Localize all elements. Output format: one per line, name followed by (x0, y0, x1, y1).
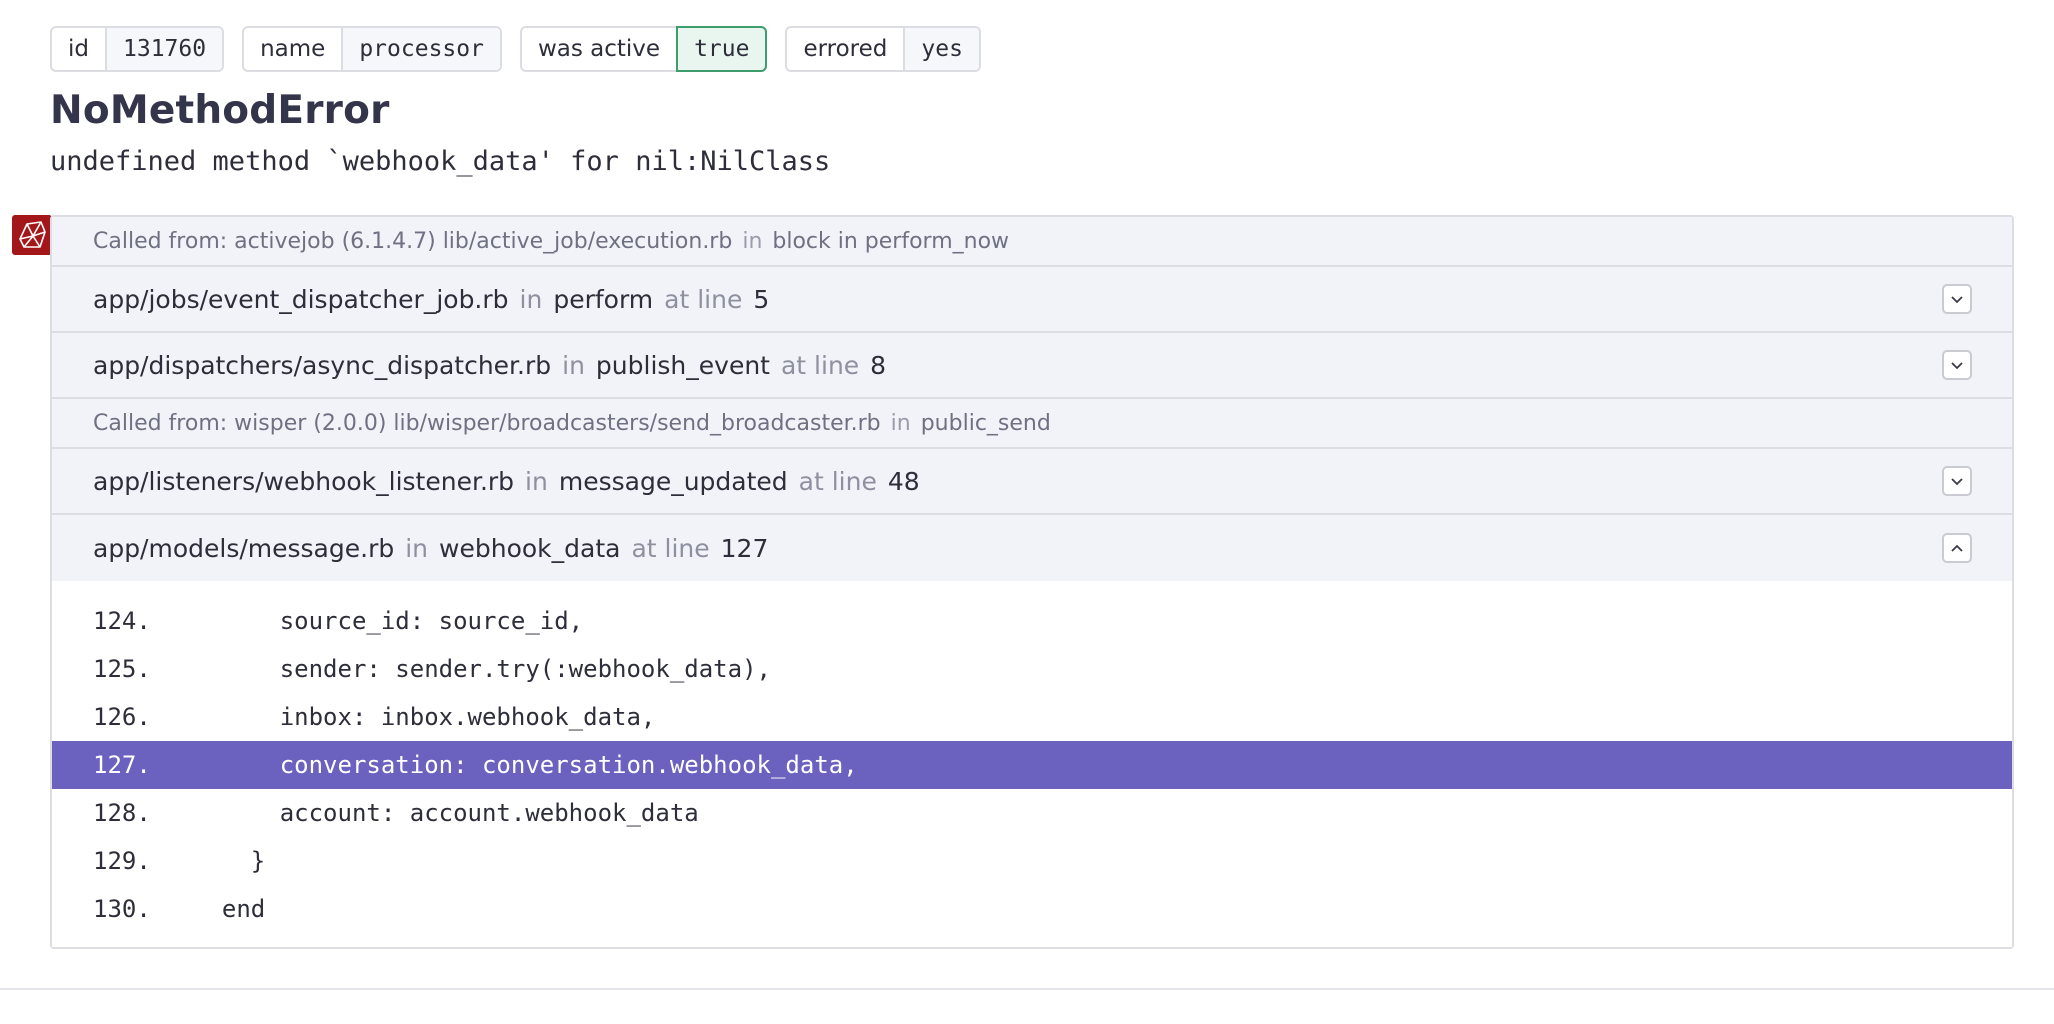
frame-line: 5 (753, 284, 770, 314)
in-label: in (525, 466, 548, 496)
in-label: in (742, 228, 763, 254)
code-snippet: 124. source_id: source_id, 125. sender: … (52, 581, 2012, 947)
error-title: NoMethodError (50, 88, 390, 133)
chevron-down-icon (1951, 295, 1963, 303)
backtrace-frame-expanded[interactable]: app/models/message.rb in webhook_data at… (52, 515, 2012, 581)
frame-file: app/jobs/event_dispatcher_job.rb (93, 284, 509, 314)
code-line: 130. end (52, 885, 2012, 933)
code-text: source_id: source_id, (193, 607, 584, 635)
code-line: 124. source_id: source_id, (52, 597, 2012, 645)
pill-name: name processor (242, 26, 502, 72)
frame-method: message_updated (558, 466, 788, 496)
at-line-label: at line (664, 284, 743, 314)
at-line-label: at line (631, 533, 710, 563)
line-number: 125. (93, 655, 151, 683)
pill-key: was active (522, 28, 679, 70)
frame-line: 127 (720, 533, 769, 563)
at-line-label: at line (780, 350, 860, 380)
in-label: in (890, 410, 911, 436)
chevron-down-icon (1951, 361, 1963, 369)
backtrace-frame[interactable]: app/jobs/event_dispatcher_job.rb in perf… (52, 267, 2012, 333)
chevron-up-icon (1951, 544, 1963, 552)
ruby-gem-icon (19, 221, 46, 248)
frame-file: app/dispatchers/async_dispatcher.rb (93, 350, 552, 380)
called-from-row: Called from: activejob (6.1.4.7) lib/act… (52, 217, 2012, 267)
code-line: 126. inbox: inbox.webhook_data, (52, 693, 2012, 741)
chevron-down-icon (1951, 477, 1963, 485)
code-line: 129. } (52, 837, 2012, 885)
code-text: conversation: conversation.webhook_data, (193, 751, 858, 779)
expand-toggle-button[interactable] (1942, 284, 1972, 314)
frame-line: 8 (870, 350, 887, 380)
frame-method: publish_event (595, 350, 770, 380)
in-label: in (519, 284, 543, 314)
job-attributes: id 131760 name processor was active true… (50, 26, 981, 72)
frame-file: app/models/message.rb (93, 533, 395, 563)
at-line-label: at line (798, 466, 877, 496)
pill-key: id (52, 28, 107, 70)
called-from-method: block in perform_now (772, 228, 1010, 254)
code-line: 128. account: account.webhook_data (52, 789, 2012, 837)
line-number: 126. (93, 703, 151, 731)
code-text: sender: sender.try(:webhook_data), (193, 655, 771, 683)
frame-method: perform (553, 284, 654, 314)
frame-method: webhook_data (439, 533, 621, 563)
job-error-page: id 131760 name processor was active true… (0, 0, 2054, 1024)
called-from-method: public_send (920, 410, 1051, 436)
expand-toggle-button[interactable] (1942, 466, 1972, 496)
in-label: in (562, 350, 585, 380)
divider (0, 988, 2054, 990)
pill-key: name (244, 28, 344, 70)
called-from-location: Called from: wisper (2.0.0) lib/wisper/b… (93, 410, 881, 436)
pill-errored: errored yes (785, 26, 981, 72)
code-text: end (193, 895, 266, 923)
backtrace-panel: Called from: activejob (6.1.4.7) lib/act… (50, 215, 2014, 949)
pill-key: errored (787, 28, 906, 70)
frame-file: app/listeners/webhook_listener.rb (93, 466, 515, 496)
code-text: account: account.webhook_data (193, 799, 699, 827)
pill-id: id 131760 (50, 26, 225, 72)
frame-line: 48 (887, 466, 920, 496)
expand-toggle-button[interactable] (1942, 350, 1972, 380)
backtrace-frame[interactable]: app/listeners/webhook_listener.rb in mes… (52, 449, 2012, 515)
line-number: 124. (93, 607, 151, 635)
in-label: in (405, 533, 429, 563)
pill-value: 131760 (107, 28, 223, 70)
pill-value: true (676, 26, 768, 72)
code-line-highlighted: 127. conversation: conversation.webhook_… (52, 741, 2012, 789)
line-number: 127. (93, 751, 151, 779)
line-number: 130. (93, 895, 151, 923)
pill-value: processor (343, 28, 500, 70)
pill-value: yes (905, 28, 979, 70)
code-line: 125. sender: sender.try(:webhook_data), (52, 645, 2012, 693)
called-from-location: Called from: activejob (6.1.4.7) lib/act… (93, 228, 733, 254)
line-number: 129. (93, 847, 151, 875)
collapse-toggle-button[interactable] (1942, 533, 1972, 563)
ruby-icon (12, 215, 52, 255)
error-message: undefined method `webhook_data' for nil:… (50, 146, 831, 177)
called-from-row: Called from: wisper (2.0.0) lib/wisper/b… (52, 399, 2012, 449)
backtrace-frame[interactable]: app/dispatchers/async_dispatcher.rb in p… (52, 333, 2012, 399)
code-text: inbox: inbox.webhook_data, (193, 703, 656, 731)
line-number: 128. (93, 799, 151, 827)
pill-was-active: was active true (519, 26, 768, 72)
code-text: } (193, 847, 266, 875)
